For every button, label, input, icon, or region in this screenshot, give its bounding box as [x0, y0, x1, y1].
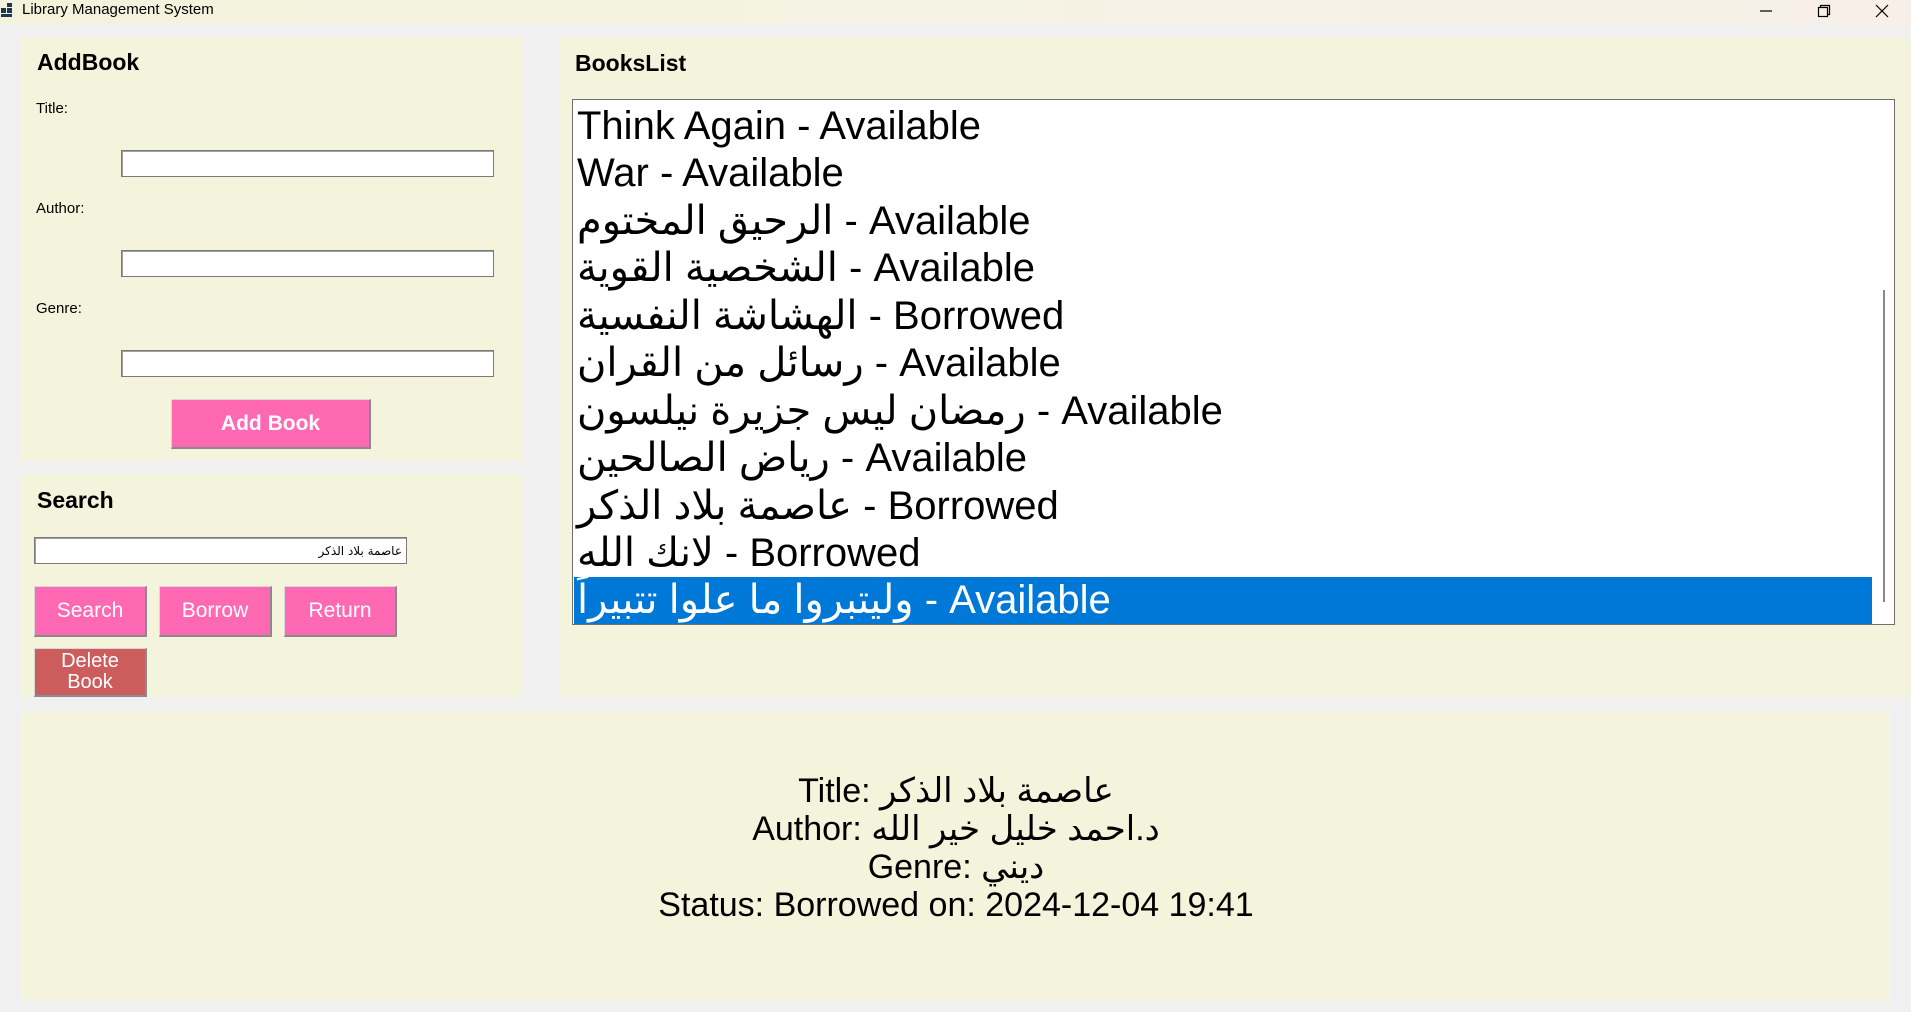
close-button[interactable]: [1853, 0, 1911, 22]
window-title-bar[interactable]: Library Management System: [0, 0, 1911, 24]
list-item[interactable]: الشخصية القوية - Available: [577, 245, 1035, 292]
list-item[interactable]: لانك الله - Borrowed: [577, 530, 921, 577]
minimize-icon: [1760, 10, 1772, 12]
genre-input[interactable]: [121, 350, 494, 377]
maximize-button[interactable]: [1795, 0, 1853, 22]
close-icon: [1875, 4, 1889, 18]
search-heading: Search: [37, 487, 114, 513]
author-label: Author:: [36, 200, 85, 217]
books-list-heading: BooksList: [575, 50, 687, 76]
delete-book-button[interactable]: Delete Book: [34, 648, 147, 697]
return-button[interactable]: Return: [284, 586, 397, 637]
list-item[interactable]: رمضان ليس جزيرة نيلسون - Available: [577, 388, 1223, 435]
search-input[interactable]: [34, 537, 407, 564]
detail-genre: Genre: ديني: [867, 848, 1045, 886]
title-label: Title:: [36, 100, 68, 117]
add-book-panel: AddBook Title: Author: Genre: Add Book: [22, 37, 521, 460]
add-book-heading: AddBook: [37, 49, 140, 75]
window-title: Library Management System: [22, 1, 214, 18]
list-item[interactable]: رياض الصالحين - Available: [577, 435, 1027, 482]
app-icon: [1, 3, 15, 17]
title-input[interactable]: [121, 150, 494, 177]
list-item[interactable]: عاصمة بلاد الذكر - Borrowed: [577, 483, 1059, 530]
list-item-selected[interactable]: وليتبروا ما علوا تتبيراً - Available: [574, 577, 1872, 624]
genre-label: Genre:: [36, 300, 82, 317]
list-item[interactable]: War - Available: [577, 150, 844, 197]
add-book-button[interactable]: Add Book: [171, 399, 371, 449]
search-panel: Search Search Borrow Return Delete Book: [22, 474, 521, 697]
detail-title: Title: عاصمة بلاد الذكر: [798, 772, 1114, 810]
list-item[interactable]: الرحيق المختوم - Available: [577, 198, 1031, 245]
list-item[interactable]: الهشاشة النفسية - Borrowed: [577, 293, 1064, 340]
book-details-panel: Title: عاصمة بلاد الذكر Author: د.احمد خ…: [22, 712, 1890, 1000]
restore-icon: [1817, 4, 1831, 18]
detail-status: Status: Borrowed on: 2024-12-04 19:41: [658, 886, 1254, 924]
books-listbox[interactable]: Think Again - Available War - Available …: [572, 99, 1895, 625]
author-input[interactable]: [121, 250, 494, 277]
list-item[interactable]: رسائل من القران - Available: [577, 340, 1061, 387]
minimize-button[interactable]: [1737, 0, 1795, 22]
borrow-button[interactable]: Borrow: [159, 586, 272, 637]
detail-author: Author: د.احمد خليل خير الله: [752, 810, 1160, 848]
search-button[interactable]: Search: [34, 586, 147, 637]
list-item[interactable]: Think Again - Available: [577, 103, 981, 150]
list-scrollbar-thumb[interactable]: [1883, 290, 1885, 602]
